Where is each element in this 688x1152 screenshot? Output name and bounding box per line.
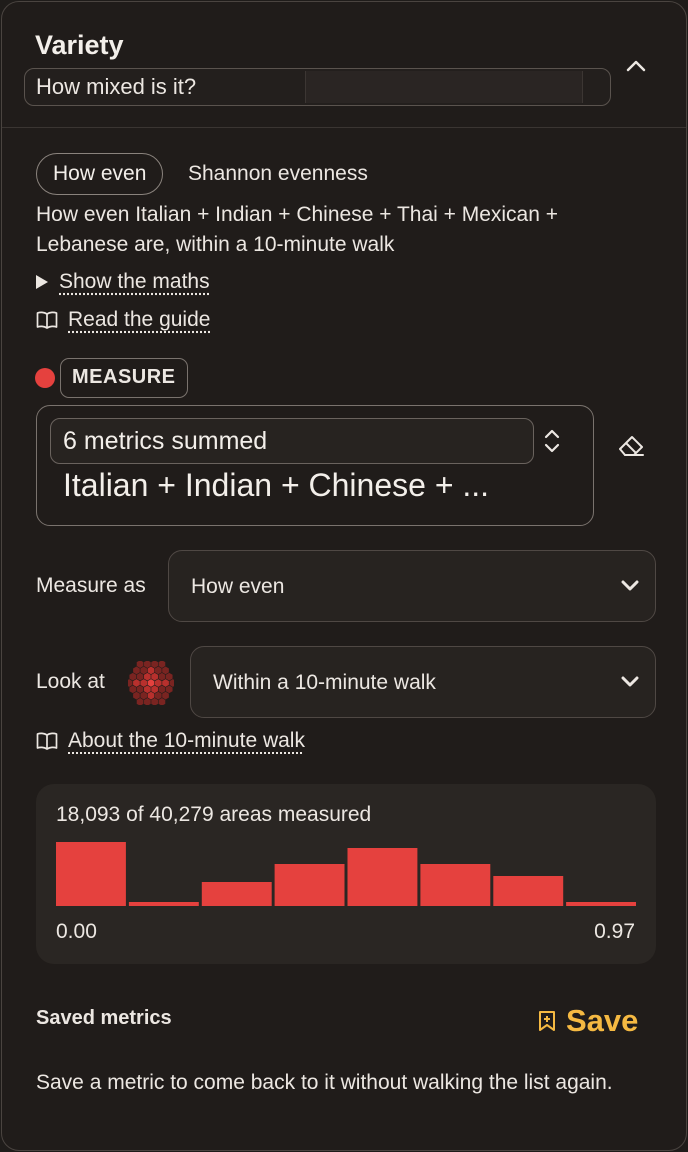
hexagon-cell [128, 679, 133, 687]
hexagon-cell [165, 672, 173, 681]
hexagon-cell [140, 679, 148, 687]
hexagon-cell [129, 685, 137, 694]
hexagon-cell [133, 666, 140, 675]
hexagon-cell [169, 679, 174, 687]
hexagon-cell [144, 698, 151, 705]
hexagon-cell [144, 672, 151, 681]
hexagon-cell [162, 691, 169, 700]
saved-metrics-heading: Saved metrics [36, 1007, 172, 1029]
hexagon-cell [165, 685, 173, 694]
axis-max-label: 0.97 [594, 920, 635, 943]
look-at-select[interactable]: Within a 10-minute walk [190, 646, 656, 718]
hexagon-cell [136, 661, 144, 668]
panel-title: Variety [35, 30, 124, 60]
bookmark-plus-icon [539, 1011, 555, 1031]
histogram-bar [347, 848, 418, 906]
save-button[interactable]: Save [538, 1002, 638, 1040]
book-icon [36, 311, 58, 329]
hexagon-cell [151, 685, 158, 694]
eraser-icon[interactable] [616, 430, 646, 460]
metric-summary-select[interactable]: 6 metrics summed [50, 418, 534, 464]
hexagon-cell [151, 698, 158, 705]
histogram-bar [274, 864, 345, 906]
hexagon-cell [133, 691, 140, 700]
histogram-bar [128, 902, 199, 906]
hexagon-cell [147, 691, 155, 700]
hexagon-cell [144, 661, 151, 668]
hexagon-cell [158, 672, 166, 681]
hexagon-cell [147, 679, 155, 687]
measure-color-dot [35, 368, 55, 388]
hexagon-cell [151, 661, 158, 668]
hexagon-cell [136, 698, 144, 705]
histogram-bar [493, 876, 564, 906]
show-maths-link[interactable]: Show the maths [59, 270, 210, 294]
hexagon-cell [158, 661, 166, 668]
collapse-button[interactable] [620, 50, 652, 82]
chevron-down-icon [621, 580, 639, 591]
axis-min-label: 0.00 [56, 920, 97, 943]
hexagon-cell [129, 672, 137, 681]
hexagon-cell [162, 679, 169, 687]
histogram-bar [201, 882, 272, 906]
metric-description: How even Italian + Indian + Chinese + Th… [36, 203, 559, 256]
panel-header: Variety How mixed is it? [2, 2, 686, 128]
metric-summary: 6 metrics summed [63, 427, 268, 455]
subtitle-field-highlight [305, 71, 583, 103]
hexagon-cell [154, 666, 162, 675]
metric-picker[interactable]: 6 metrics summed Italian + Indian + Chin… [36, 405, 594, 526]
hexagon-cell [151, 672, 158, 681]
hexagon-cell [158, 698, 166, 705]
histogram-bar [420, 864, 491, 906]
hexagon-cell [147, 666, 155, 675]
metric-type-name: Shannon evenness [188, 162, 368, 185]
chevron-up-down-icon [544, 429, 560, 453]
hexagon-grid-icon [128, 661, 174, 705]
hexagon-cell [136, 672, 144, 681]
histogram-bar [56, 842, 126, 906]
hexagon-cell [158, 685, 166, 694]
variety-panel: Variety How mixed is it? How even Shanno… [1, 1, 687, 1151]
hexagon-cell [154, 679, 162, 687]
areas-measured-count: 18,093 of 40,279 areas measured [56, 803, 372, 826]
metric-type-chip[interactable]: How even [36, 153, 164, 195]
hexagon-cell [144, 685, 151, 694]
hexagon-cell [140, 666, 148, 675]
read-guide-link[interactable]: Read the guide [68, 308, 210, 332]
subtitle-field[interactable]: How mixed is it? [24, 68, 611, 106]
panel-subtitle: How mixed is it? [36, 74, 197, 99]
distribution-histogram [56, 842, 636, 906]
look-at-value: Within a 10-minute walk [213, 671, 436, 694]
hexagon-cell [140, 691, 148, 700]
chevron-up-icon [626, 60, 646, 72]
metric-list-text: Italian + Indian + Chinese + ... [63, 467, 490, 503]
measure-as-value: How even [191, 575, 285, 598]
chevron-down-icon [621, 676, 639, 687]
about-walk-link[interactable]: About the 10-minute walk [68, 729, 305, 753]
saved-metrics-note: Save a metric to come back to it without… [36, 1071, 613, 1094]
book-icon [36, 732, 58, 750]
histogram-bar [566, 902, 636, 906]
hexagon-cell [136, 685, 144, 694]
disclosure-triangle-icon [36, 275, 48, 289]
measure-as-label: Measure as [36, 574, 146, 597]
hexagon-cell [154, 691, 162, 700]
save-button-label: Save [566, 1003, 639, 1038]
look-at-label: Look at [36, 670, 105, 693]
measure-tag: MEASURE [60, 358, 188, 398]
distribution-card: 18,093 of 40,279 areas measured 0.00 0.9… [36, 784, 656, 964]
hexagon-cell [162, 666, 169, 675]
hexagon-cell [133, 679, 140, 687]
measure-as-select[interactable]: How even [168, 550, 656, 622]
